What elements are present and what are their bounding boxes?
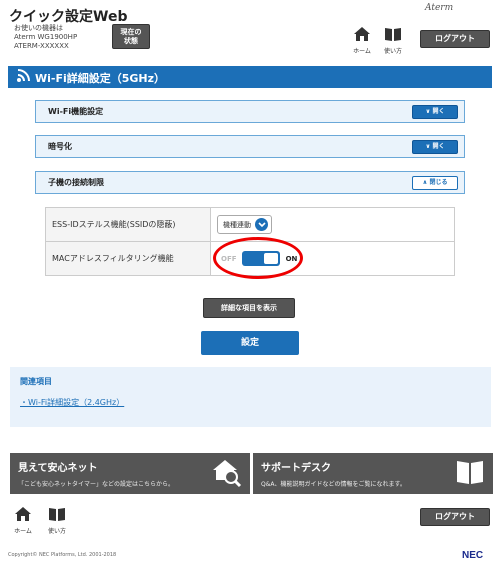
chevron-up-icon: ∧ <box>422 179 428 186</box>
chevron-down-icon: ∨ <box>425 143 431 150</box>
device-model: Aterm WG1900HP <box>14 33 78 41</box>
open-toggle-button[interactable]: ∨ 開く <box>412 140 458 154</box>
status-button-line1: 現在の <box>120 28 142 36</box>
show-details-button[interactable]: 詳細な項目を表示 <box>203 298 295 318</box>
wifi-icon <box>17 69 30 82</box>
table-row: MACアドレスフィルタリング機能 OFF ON <box>45 241 455 276</box>
ess-id-stealth-select[interactable]: 機種連動 <box>217 215 272 234</box>
home-search-icon <box>213 460 242 488</box>
settings-table: ESS-IDステルス機能(SSIDの隠蔽) 機種連動 MACアドレスフィルタリン… <box>45 207 455 276</box>
header: クイック設定Web お使いの機器は Aterm WG1900HP ATERM-X… <box>0 0 500 58</box>
toggle-off-label: OFF <box>221 255 237 263</box>
related-link-wifi-24ghz[interactable]: ・Wi-Fi詳細設定（2.4GHz） <box>20 397 124 408</box>
accordion-encryption[interactable]: 暗号化 ∨ 開く <box>35 135 465 158</box>
book-icon <box>49 508 65 521</box>
home-icon <box>15 507 31 521</box>
home-label: ホーム <box>353 48 371 55</box>
related-heading: 関連項目 <box>20 377 52 386</box>
table-row: ESS-IDステルス機能(SSIDの隠蔽) 機種連動 <box>45 207 455 242</box>
nec-logo: NEC <box>462 550 484 561</box>
mac-filter-toggle[interactable]: OFF ON <box>221 251 297 266</box>
guide-button[interactable]: 使い方 <box>379 26 407 55</box>
toggle-track <box>242 251 281 266</box>
toggle-label: 開く <box>432 143 445 150</box>
banner-subtitle: 「こども安心ネットタイマー」などの設定はこちらから。 <box>18 481 175 488</box>
accordion-client-restriction[interactable]: 子機の接続制限 ∧ 閉じる <box>35 171 465 194</box>
safe-net-banner[interactable]: 見えて安心ネット 「こども安心ネットタイマー」などの設定はこちらから。 <box>10 453 250 494</box>
ess-id-stealth-label: ESS-IDステルス機能(SSIDの隠蔽) <box>45 207 211 242</box>
mac-filter-label: MACアドレスフィルタリング機能 <box>45 241 211 276</box>
home-button[interactable]: ホーム <box>348 26 376 55</box>
related-items-panel: 関連項目 ・Wi-Fi詳細設定（2.4GHz） <box>10 367 491 427</box>
guide-label: 使い方 <box>47 528 66 535</box>
toggle-label: 開く <box>432 108 445 115</box>
status-button-line2: 状態 <box>124 37 138 45</box>
home-icon <box>354 27 370 41</box>
book-icon <box>385 28 401 41</box>
accordion-label: 暗号化 <box>48 142 72 151</box>
copyright: Copyright© NEC Platforms, Ltd. 2001-2018 <box>8 552 117 558</box>
toggle-knob <box>264 253 279 264</box>
toggle-on-label: ON <box>285 255 298 263</box>
footer-guide-button[interactable]: 使い方 <box>43 506 71 535</box>
page-title: Wi-Fi詳細設定（5GHz） <box>35 72 166 85</box>
device-serial: ATERM-XXXXXX <box>14 42 69 50</box>
page-title-bar: Wi-Fi詳細設定（5GHz） <box>8 66 492 88</box>
toggle-label: 閉じる <box>429 179 448 186</box>
accordion-label: 子機の接続制限 <box>48 178 104 187</box>
chevron-down-icon: ∨ <box>425 108 431 115</box>
brand-logo: Aterm <box>425 3 454 13</box>
home-label: ホーム <box>14 528 32 535</box>
footer-logout-button[interactable]: ログアウト <box>420 508 490 526</box>
save-button[interactable]: 設定 <box>201 331 299 355</box>
app-title: クイック設定Web <box>9 9 128 25</box>
support-desk-banner[interactable]: サポートデスク Q&A、機能説明ガイドなどの情報をご覧になれます。 <box>253 453 493 494</box>
guide-label: 使い方 <box>383 48 402 55</box>
footer-home-button[interactable]: ホーム <box>9 506 37 535</box>
banner-title: 見えて安心ネット <box>18 463 98 474</box>
banner-title: サポートデスク <box>261 463 331 474</box>
current-status-button[interactable]: 現在の 状態 <box>112 24 150 49</box>
device-caption: お使いの機器は <box>14 24 63 32</box>
close-toggle-button[interactable]: ∧ 閉じる <box>412 176 458 190</box>
accordion-wifi-function[interactable]: Wi-Fi機能設定 ∨ 開く <box>35 100 465 123</box>
device-info: お使いの機器は Aterm WG1900HP ATERM-XXXXXX <box>14 24 77 51</box>
related-link-label: Wi-Fi詳細設定（2.4GHz） <box>28 398 125 407</box>
chevron-down-icon <box>255 218 268 231</box>
bullet-icon: ・ <box>20 398 28 407</box>
open-toggle-button[interactable]: ∨ 開く <box>412 105 458 119</box>
logout-button[interactable]: ログアウト <box>420 30 490 48</box>
select-value: 機種連動 <box>223 220 251 229</box>
accordion-label: Wi-Fi機能設定 <box>48 107 104 116</box>
banner-subtitle: Q&A、機能説明ガイドなどの情報をご覧になれます。 <box>261 481 406 488</box>
book-icon <box>457 461 483 484</box>
